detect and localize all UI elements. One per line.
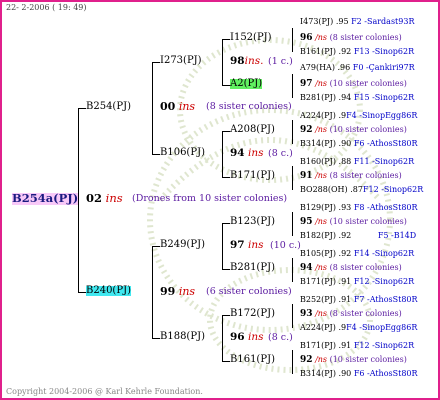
connector [222, 177, 230, 178]
root-drone-note: (Drones from 10 sister colonies) [132, 193, 288, 204]
connector [152, 246, 160, 247]
gen4-mid-row: 93 /ns (8 sister colonies) [300, 309, 402, 319]
gen1-year: 99 ins [160, 285, 196, 298]
gen2-note: (8 c.) [268, 332, 293, 343]
gen4-bottom-row[interactable]: B182(PJ) .92 F5 -B14D [300, 232, 416, 240]
gen1-id[interactable]: B254(PJ) [86, 102, 131, 112]
connector [152, 62, 153, 154]
gen1-note: (8 sister colonies) [206, 101, 292, 112]
gen2-id[interactable]: B249(PJ) [160, 240, 205, 250]
gen3-id[interactable]: B171(PJ) [230, 171, 275, 181]
gen2-id[interactable]: I273(PJ) [160, 56, 202, 66]
gen3-id[interactable]: A2(PJ) [230, 79, 263, 89]
gen2-year: 97 ins [230, 239, 264, 251]
gen2-year: 96 ins [230, 331, 264, 343]
gen3-id[interactable]: B123(PJ) [230, 217, 275, 227]
gen2-id[interactable]: B188(PJ) [160, 332, 205, 342]
gen1-year: 00 ins [160, 100, 196, 113]
gen4-bottom-row[interactable]: B314(PJ) .90 F6 -AthosSt80R [300, 140, 418, 148]
connector [292, 120, 293, 144]
root-year: 02 ins [86, 191, 123, 205]
gen3-id[interactable]: B172(PJ) [230, 309, 275, 319]
connector [222, 361, 230, 362]
gen4-top-row[interactable]: B171(PJ) .91 F12 -Sinop62R [300, 342, 414, 350]
gen4-top-row[interactable]: B160(PJ) .88 F11 -Sinop62R [300, 158, 414, 166]
connector [78, 292, 86, 293]
gen2-note: (1 c.) [268, 56, 293, 67]
connector [152, 338, 160, 339]
gen3-id[interactable]: B281(PJ) [230, 263, 275, 273]
gen4-top-row[interactable]: B252(PJ) .91 F7 -AthosSt80R [300, 296, 418, 304]
connector [222, 39, 223, 85]
connector [222, 269, 230, 270]
gen4-bottom-row[interactable]: B161(PJ) .92 F13 -Sinop62R [300, 48, 414, 56]
gen2-year: 98ins. [230, 55, 264, 67]
gen4-mid-row: 91 /ns (8 sister colonies) [300, 171, 402, 181]
connector [152, 62, 160, 63]
gen2-note: (10 c.) [270, 240, 301, 251]
gen4-mid-row: 94 /ns (8 sister colonies) [300, 263, 402, 273]
gen4-bottom-row[interactable]: B314(PJ) .90 F6 -AthosSt80R [300, 370, 418, 378]
gen4-top-row[interactable]: A79(HA) .96 F0 -Çankiri97R [300, 64, 415, 72]
copyright-footer: Copyright 2004-2006 @ Karl Kehrle Founda… [6, 387, 203, 396]
connector [292, 350, 293, 374]
gen4-top-row[interactable]: B129(PJ) .93 F8 -AthosSt80R [300, 204, 418, 212]
connector [152, 154, 160, 155]
connector [152, 246, 153, 338]
connector [222, 131, 223, 177]
gen4-top-row[interactable]: I473(PJ) .95 F2 -Sardast93R [300, 18, 414, 26]
connector [292, 258, 293, 282]
connector [78, 108, 86, 109]
gen4-bottom-row[interactable]: A224(PJ) .9F4 -SinopEgg86R [300, 324, 417, 332]
gen1-id[interactable]: B240(PJ) [86, 286, 131, 296]
gen4-mid-row: 92 /ns (10 sister colonies) [300, 355, 407, 365]
gen4-top-row[interactable]: B105(PJ) .92 F14 -Sinop62R [300, 250, 414, 258]
connector [222, 85, 230, 86]
connector [292, 304, 293, 328]
gen4-bottom-row[interactable]: B171(PJ) .91 F12 -Sinop62R [300, 278, 414, 286]
gen3-id[interactable]: B161(PJ) [230, 355, 275, 365]
gen4-mid-row: 92 /ns (10 sister colonies) [300, 125, 407, 135]
connector [222, 315, 230, 316]
connector [222, 39, 230, 40]
gen4-mid-row: 97 /ns (10 sister colonies) [300, 79, 407, 89]
gen2-id[interactable]: B106(PJ) [160, 148, 205, 158]
gen2-year: 94 ins [230, 147, 264, 159]
connector [222, 131, 230, 132]
gen2-note: (8 c.) [268, 148, 293, 159]
gen4-top-row[interactable]: A224(PJ) .9F4 -SinopEgg86R [300, 112, 417, 120]
connector [222, 315, 223, 361]
connector [292, 74, 293, 98]
gen4-mid-row: 96 /ns (8 sister colonies) [300, 33, 402, 43]
print-date: 22- 2-2006 ( 19: 49) [6, 3, 87, 12]
connector [292, 166, 293, 190]
gen1-note: (6 sister colonies) [206, 286, 292, 297]
connector [222, 223, 230, 224]
gen4-mid-row: 95 /ns (10 sister colonies) [300, 217, 407, 227]
gen3-id[interactable]: A208(PJ) [230, 125, 275, 135]
connector [292, 212, 293, 236]
gen3-id[interactable]: I152(PJ) [230, 33, 272, 43]
root-queen-id[interactable]: B254a(PJ) [12, 192, 79, 205]
connector [222, 223, 223, 269]
gen4-bottom-row[interactable]: BO288(OH) .87F12 -Sinop62R [300, 186, 423, 194]
connector [292, 28, 293, 52]
gen4-bottom-row[interactable]: B281(PJ) .94 F15 -Sinop62R [300, 94, 414, 102]
